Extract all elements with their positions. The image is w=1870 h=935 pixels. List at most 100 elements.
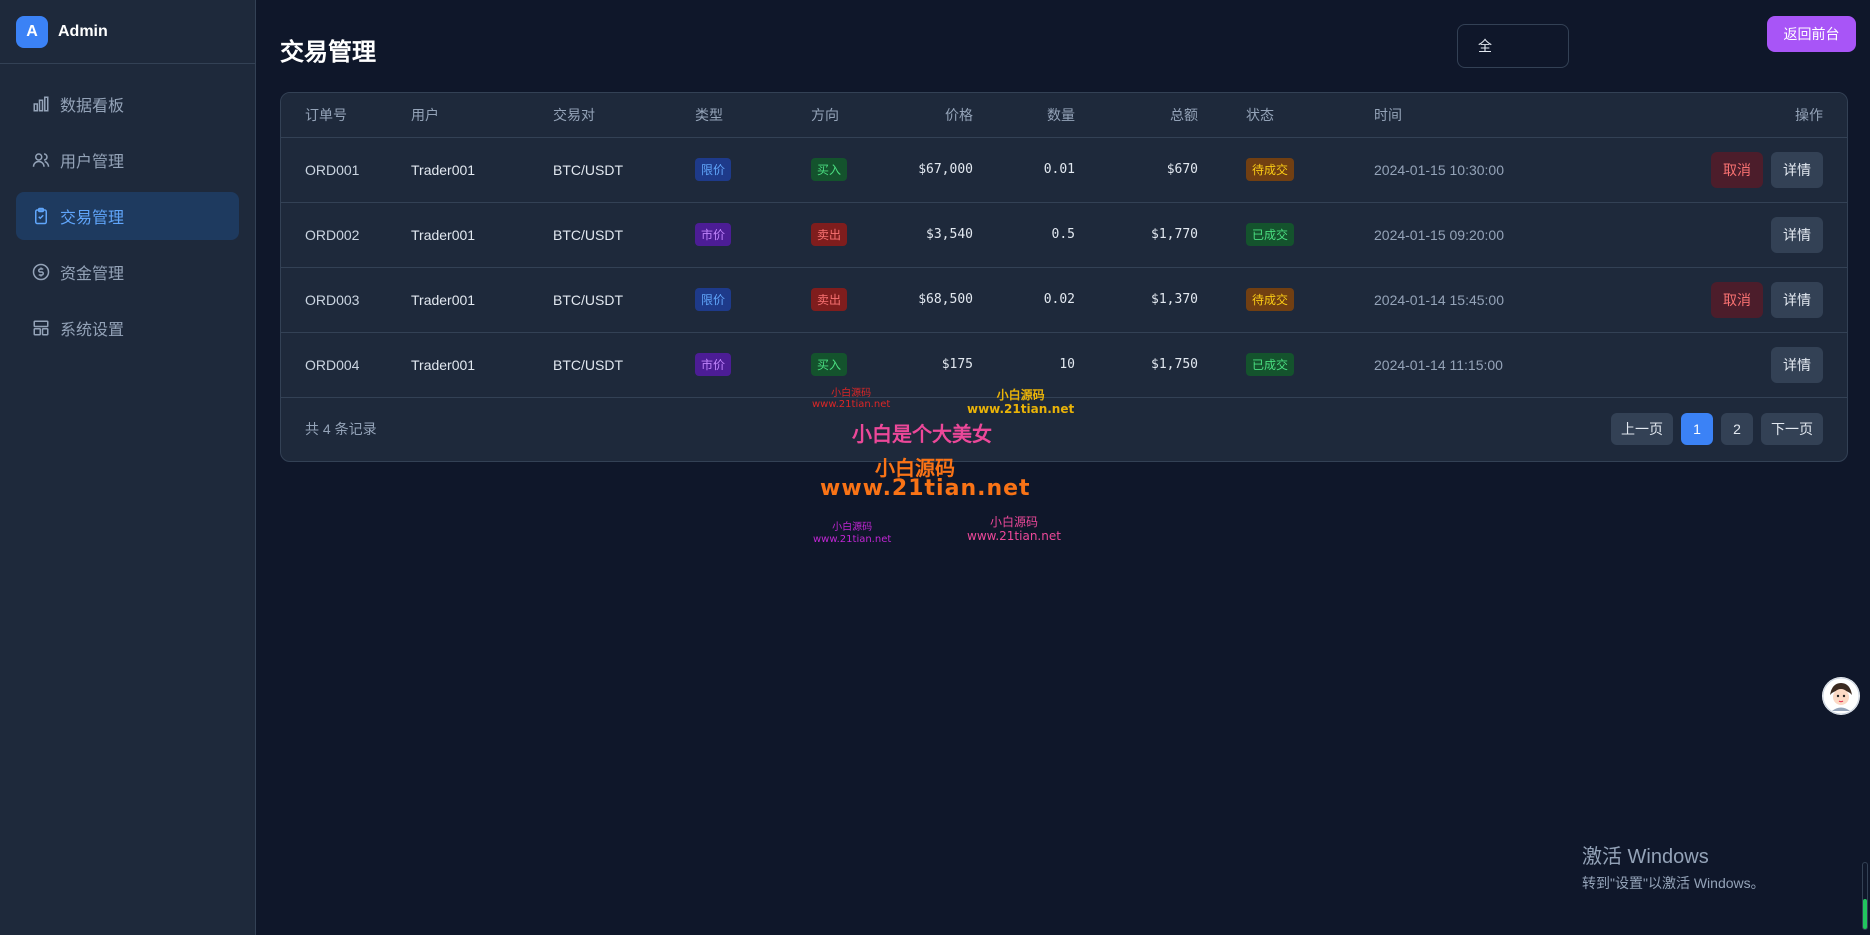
watermark-text: www.21tian.net	[813, 534, 892, 545]
cell-user: Trader001	[411, 332, 553, 398]
bar-chart-icon	[32, 95, 50, 113]
scroll-indicator-fill	[1863, 899, 1867, 929]
page-1-button[interactable]: 1	[1681, 412, 1713, 445]
sidebar-item-trades[interactable]: 交易管理	[16, 192, 239, 240]
cell-qty: 0.02	[973, 267, 1075, 333]
col-status: 状态	[1198, 93, 1374, 138]
col-pair: 交易对	[553, 93, 695, 138]
assistant-avatar[interactable]	[1822, 677, 1860, 715]
cell-pair: BTC/USDT	[553, 332, 695, 398]
table-header-row: 订单号 用户 交易对 类型 方向 价格 数量 总额 状态 时间 操作	[281, 93, 1847, 138]
cell-status: 待成交	[1198, 267, 1374, 333]
layout-settings-icon	[32, 319, 50, 337]
cell-actions: 取消 详情	[1634, 267, 1847, 333]
cell-time: 2024-01-15 09:20:00	[1374, 202, 1634, 268]
cell-price: $175	[905, 332, 973, 398]
cell-total: $1,770	[1075, 202, 1198, 268]
cell-time: 2024-01-14 15:45:00	[1374, 267, 1634, 333]
watermark: 小白源码 www.21tian.net	[967, 388, 1074, 416]
cell-direction: 买入	[811, 137, 905, 203]
direction-badge: 卖出	[811, 223, 848, 246]
sidebar-item-users[interactable]: 用户管理	[16, 136, 239, 184]
col-type: 类型	[695, 93, 811, 138]
watermark-text: 小白源码	[831, 388, 872, 399]
windows-activation-notice: 激活 Windows 转到"设置"以激活 Windows。	[1582, 840, 1765, 893]
direction-badge: 买入	[811, 353, 848, 376]
cell-actions: 详情	[1634, 332, 1847, 398]
watermark-text: www.21tian.net	[812, 399, 891, 410]
cell-price: $68,500	[905, 267, 973, 333]
table-row: ORD001 Trader001 BTC/USDT 限价 买入 $67,000 …	[281, 137, 1847, 203]
dollar-circle-icon	[32, 263, 50, 281]
cell-qty: 0.01	[973, 137, 1075, 203]
status-badge: 待成交	[1246, 158, 1295, 181]
detail-button[interactable]: 详情	[1771, 216, 1823, 253]
cell-order: ORD002	[281, 202, 411, 268]
record-count: 共 4 条记录	[305, 420, 377, 437]
next-page-button[interactable]: 下一页	[1761, 412, 1823, 445]
table-row: ORD002 Trader001 BTC/USDT 市价 卖出 $3,540 0…	[281, 202, 1847, 268]
cell-user: Trader001	[411, 202, 553, 268]
watermark-text: 小白源码	[832, 522, 873, 533]
watermark-text: www.21tian.net	[967, 402, 1075, 416]
cell-status: 已成交	[1198, 202, 1374, 268]
brand-logo: A	[16, 15, 48, 48]
pagination: 上一页 1 2 下一页	[1611, 412, 1823, 445]
type-badge: 限价	[695, 288, 732, 311]
cell-type: 限价	[695, 267, 811, 333]
cell-type: 市价	[695, 202, 811, 268]
cell-actions: 取消 详情	[1634, 137, 1847, 203]
cancel-button[interactable]: 取消	[1711, 281, 1763, 318]
trades-table: 订单号 用户 交易对 类型 方向 价格 数量 总额 状态 时间 操作 ORD00…	[281, 93, 1847, 398]
cell-pair: BTC/USDT	[553, 137, 695, 203]
users-icon	[32, 151, 50, 169]
activation-subtitle: 转到"设置"以激活 Windows。	[1582, 875, 1765, 891]
status-badge: 已成交	[1246, 223, 1295, 246]
cell-qty: 0.5	[973, 202, 1075, 268]
cell-type: 限价	[695, 137, 811, 203]
cell-status: 已成交	[1198, 332, 1374, 398]
cell-direction: 卖出	[811, 202, 905, 268]
clipboard-check-icon	[32, 207, 50, 225]
prev-page-button[interactable]: 上一页	[1611, 412, 1673, 445]
status-badge: 待成交	[1246, 288, 1295, 311]
cell-total: $670	[1075, 137, 1198, 203]
cell-type: 市价	[695, 332, 811, 398]
sidebar-item-label: 系统设置	[60, 322, 125, 339]
cancel-button[interactable]: 取消	[1711, 151, 1763, 188]
filter-all-button[interactable]: 全	[1457, 24, 1569, 68]
sidebar-item-label: 数据看板	[60, 98, 125, 115]
cell-total: $1,370	[1075, 267, 1198, 333]
cell-price: $67,000	[905, 137, 973, 203]
cell-pair: BTC/USDT	[553, 202, 695, 268]
cell-pair: BTC/USDT	[553, 267, 695, 333]
cell-total: $1,750	[1075, 332, 1198, 398]
cell-status: 待成交	[1198, 137, 1374, 203]
sidebar-item-label: 交易管理	[60, 210, 125, 227]
watermark-text: 小白源码	[996, 388, 1045, 402]
sidebar-item-settings[interactable]: 系统设置	[16, 304, 239, 352]
type-badge: 限价	[695, 158, 732, 181]
detail-button[interactable]: 详情	[1771, 346, 1823, 383]
detail-button[interactable]: 详情	[1771, 281, 1823, 318]
status-badge: 已成交	[1246, 353, 1295, 376]
watermark: www.21tian.net	[820, 476, 1031, 501]
nav-menu: 数据看板 用户管理 交易管理 资金管理 系统设置	[0, 64, 255, 376]
back-to-front-button[interactable]: 返回前台	[1767, 16, 1856, 52]
col-price: 价格	[905, 93, 973, 138]
sidebar-item-label: 用户管理	[60, 154, 125, 171]
col-actions: 操作	[1634, 93, 1847, 138]
watermark: 小白源码 www.21tian.net	[812, 388, 890, 410]
sidebar-item-funds[interactable]: 资金管理	[16, 248, 239, 296]
sidebar-item-dashboard[interactable]: 数据看板	[16, 80, 239, 128]
table-row: ORD003 Trader001 BTC/USDT 限价 卖出 $68,500 …	[281, 267, 1847, 333]
detail-button[interactable]: 详情	[1771, 151, 1823, 188]
col-qty: 数量	[973, 93, 1075, 138]
cell-user: Trader001	[411, 137, 553, 203]
type-badge: 市价	[695, 223, 732, 246]
scroll-indicator	[1862, 862, 1868, 930]
watermark-text: www.21tian.net	[967, 529, 1061, 543]
cell-time: 2024-01-15 10:30:00	[1374, 137, 1634, 203]
page-2-button[interactable]: 2	[1721, 412, 1753, 445]
col-order: 订单号	[281, 93, 411, 138]
